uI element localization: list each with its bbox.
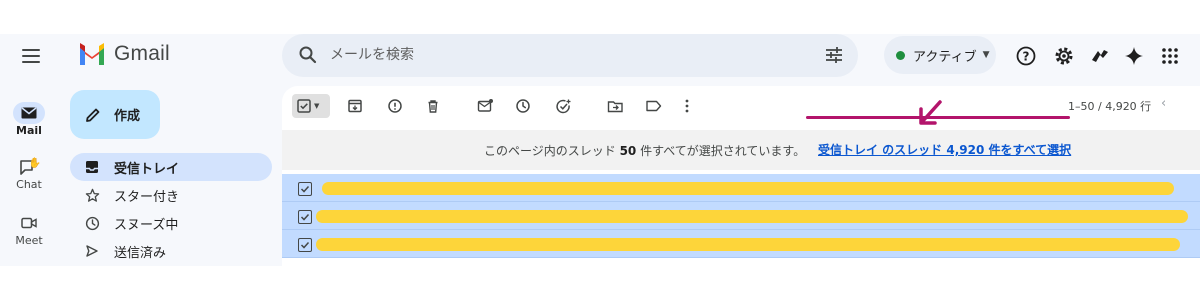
- search-icon[interactable]: [298, 45, 318, 65]
- row-checkbox[interactable]: [298, 210, 312, 224]
- gemini-icon[interactable]: [1088, 44, 1112, 68]
- move-to-icon[interactable]: [606, 97, 624, 115]
- status-label: アクティブ: [913, 49, 977, 65]
- sidebar-item-inbox[interactable]: 受信トレイ: [70, 153, 272, 181]
- search-bar[interactable]: [282, 34, 858, 77]
- selection-banner: このページ内のスレッド 50 件すべてが選択されています。 受信トレイ のスレッ…: [282, 130, 1200, 170]
- rail-label: Mail: [16, 124, 42, 137]
- message-list: [282, 174, 1200, 258]
- chevron-down-icon[interactable]: ▼: [314, 102, 319, 110]
- mail-icon: [13, 102, 45, 124]
- select-all-conversations-link[interactable]: 受信トレイ のスレッド 4,920 件をすべて選択: [818, 141, 1071, 158]
- mark-unread-icon[interactable]: [476, 97, 494, 115]
- inbox-icon: [84, 159, 100, 175]
- checkmark-icon: [300, 213, 310, 221]
- settings-icon[interactable]: [1052, 44, 1076, 68]
- video-icon: [13, 212, 45, 234]
- annotation-underline: [806, 116, 1070, 119]
- status-dot: [896, 50, 905, 60]
- compose-button[interactable]: 作成: [70, 90, 160, 139]
- redacted-content: [322, 182, 1174, 195]
- main-menu-button[interactable]: [19, 44, 43, 68]
- more-icon[interactable]: [678, 97, 696, 115]
- annotation-arrow-icon: [919, 100, 942, 125]
- toolbar: ▼ 1–50 / 4,920 行 ‹: [282, 86, 1200, 126]
- status-selector[interactable]: アクティブ ▼: [884, 36, 996, 74]
- sidebar-item-label: スター付き: [114, 189, 180, 205]
- checkmark-icon: [300, 185, 310, 193]
- row-checkbox[interactable]: [298, 238, 312, 252]
- redacted-content: [316, 238, 1180, 251]
- sidebar-item-label: 受信トレイ: [114, 161, 180, 177]
- selection-message: このページ内のスレッド 50 件すべてが選択されています。: [484, 144, 806, 158]
- app-name: Gmail: [114, 42, 170, 65]
- delete-icon[interactable]: [424, 97, 442, 115]
- checkbox-checked-icon: [297, 99, 311, 113]
- select-all-checkbox[interactable]: ▼: [292, 94, 330, 118]
- sidebar-item-snoozed[interactable]: スヌーズ中: [70, 209, 272, 237]
- search-input[interactable]: [330, 43, 790, 67]
- add-task-icon[interactable]: [554, 97, 572, 115]
- chat-icon: ✋: [13, 156, 45, 178]
- sidebar-item-label: 送信済み: [114, 245, 167, 261]
- apps-icon[interactable]: [1158, 44, 1182, 68]
- star-icon: [84, 187, 100, 203]
- checkmark-icon: [300, 241, 310, 249]
- rail-label: Meet: [15, 234, 43, 247]
- clock-icon: [84, 215, 100, 231]
- label-icon[interactable]: [644, 97, 662, 115]
- gmail-window: Gmail アクティブ ▼ ?: [0, 34, 1200, 266]
- spark-icon[interactable]: [1122, 44, 1146, 68]
- message-row[interactable]: [282, 174, 1200, 202]
- send-icon: [84, 243, 100, 259]
- snooze-icon[interactable]: [514, 97, 532, 115]
- row-checkbox[interactable]: [298, 182, 312, 196]
- selected-count: 50: [619, 144, 637, 158]
- sidebar-item-sent[interactable]: 送信済み: [70, 237, 272, 265]
- gmail-m-icon: [80, 43, 104, 65]
- pagination-info: 1–50 / 4,920 行: [1068, 100, 1152, 113]
- rail-item-mail[interactable]: Mail: [0, 102, 58, 137]
- report-spam-icon[interactable]: [386, 97, 404, 115]
- message-row[interactable]: [282, 230, 1200, 258]
- sidebar: 受信トレイ スター付き スヌーズ中 送信済み: [70, 153, 272, 265]
- archive-icon[interactable]: [346, 97, 364, 115]
- svg-text:?: ?: [1023, 50, 1030, 64]
- help-icon[interactable]: ?: [1014, 44, 1038, 68]
- pencil-icon: [86, 108, 100, 122]
- compose-label: 作成: [114, 109, 141, 124]
- rail-item-chat[interactable]: ✋ Chat: [0, 156, 58, 191]
- rail-label: Chat: [16, 178, 42, 191]
- sidebar-item-label: スヌーズ中: [114, 217, 179, 233]
- rail-item-meet[interactable]: Meet: [0, 212, 58, 247]
- svg-text:✋: ✋: [29, 157, 40, 169]
- gmail-logo[interactable]: Gmail: [78, 42, 170, 66]
- message-list-panel: ▼ 1–50 / 4,920 行 ‹ このページ内のスレッド 50 件すべてが選…: [282, 86, 1200, 266]
- chevron-down-icon: ▼: [982, 50, 990, 60]
- sidebar-item-starred[interactable]: スター付き: [70, 181, 272, 209]
- message-row[interactable]: [282, 202, 1200, 230]
- redacted-content: [316, 210, 1188, 223]
- search-options-icon[interactable]: [824, 45, 844, 65]
- chevron-left-icon[interactable]: ‹: [1161, 96, 1166, 111]
